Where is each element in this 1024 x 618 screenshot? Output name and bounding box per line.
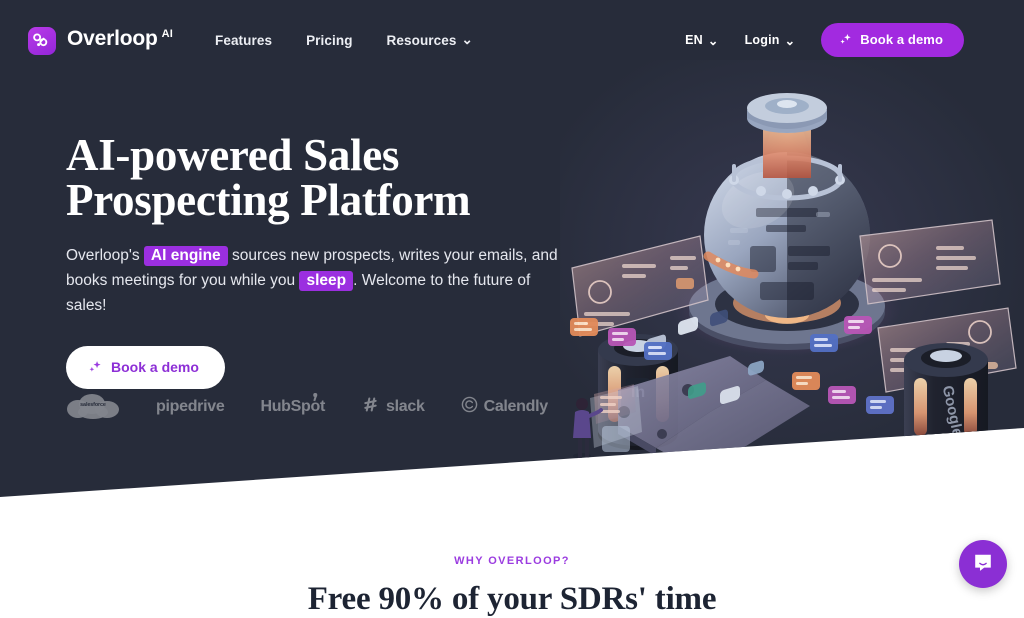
page-title: AI-powered Sales Prospecting Platform	[66, 133, 586, 223]
chat-launcher-button[interactable]	[959, 540, 1007, 588]
nav-links: Features Pricing Resources ⌄	[215, 32, 473, 48]
calendly-wordmark: Calendly	[483, 398, 549, 415]
ai-sales-machine-illustration: in	[560, 60, 1024, 480]
hero-copy: AI-powered Sales Prospecting Platform Ov…	[66, 133, 586, 389]
why-overloop-section: WHY OVERLOOP? Free 90% of your SDRs' tim…	[0, 500, 1024, 618]
partner-logo-pipedrive: pipedrive	[156, 398, 225, 416]
top-navigation: Overloop AI Features Pricing Resources ⌄	[0, 0, 1024, 80]
hero-title-line-2: Prospecting Platform	[66, 175, 471, 225]
partner-logo-slack: slack	[361, 395, 425, 419]
brand-logo[interactable]: Overloop AI	[28, 25, 173, 55]
landing-page: in	[0, 0, 1024, 617]
book-a-demo-hero-button[interactable]: Book a demo	[66, 346, 225, 389]
login-menu-label: Login	[744, 33, 780, 47]
salesforce-cloud-icon: salesforce	[66, 392, 120, 422]
chat-bubble-icon	[972, 552, 994, 577]
salesforce-wordmark: salesforce	[80, 402, 106, 408]
hero-subheading: Overloop's AI engine sources new prospec…	[66, 243, 571, 318]
partner-logos: salesforce pipedrive HubSpo t slack Cale…	[66, 392, 548, 422]
right-floating-card-top	[859, 219, 1001, 305]
hero-sub-highlight-sleep: sleep	[299, 271, 354, 291]
partner-logo-hubspot: HubSpo t	[260, 393, 325, 416]
brand-name: Overloop	[67, 27, 158, 50]
partner-logo-calendly: Calendly	[461, 396, 548, 418]
language-selector-label: EN	[685, 33, 703, 47]
nav-link-pricing[interactable]: Pricing	[306, 33, 352, 48]
hero-sub-highlight-ai-engine: AI engine	[143, 246, 228, 266]
hubspot-wordmark: HubSpo t	[260, 393, 325, 416]
nav-right-group: EN ⌄ Login ⌄ Book a demo	[685, 23, 964, 57]
hero-section: in	[0, 0, 1024, 497]
nav-link-pricing-label: Pricing	[306, 32, 353, 48]
sparkle-icon	[839, 33, 852, 46]
nav-link-resources-label: Resources	[386, 32, 457, 48]
why-overloop-eyebrow: WHY OVERLOOP?	[454, 555, 570, 567]
chevron-down-icon: ⌄	[461, 32, 473, 47]
slack-hash-icon	[361, 395, 380, 419]
language-selector[interactable]: EN ⌄	[685, 33, 718, 48]
brand-superscript: AI	[161, 28, 173, 40]
google-pillar: Google	[904, 343, 988, 457]
calendly-c-icon	[461, 396, 478, 418]
book-a-demo-nav-button[interactable]: Book a demo	[821, 23, 964, 57]
overloop-logo-icon	[28, 27, 56, 55]
pipedrive-wordmark: pipedrive	[156, 398, 225, 415]
login-menu[interactable]: Login ⌄	[745, 33, 796, 48]
book-a-demo-nav-label: Book a demo	[860, 32, 943, 47]
book-a-demo-hero-label: Book a demo	[111, 359, 199, 375]
sparkle-icon	[88, 360, 102, 374]
chevron-down-icon: ⌄	[707, 33, 719, 48]
nav-link-features-label: Features	[215, 32, 273, 48]
partner-logo-salesforce: salesforce	[66, 392, 120, 422]
hero-title-line-1: AI-powered Sales	[66, 130, 400, 180]
hero-sub-part-1: Overloop's	[66, 247, 144, 264]
nav-link-features[interactable]: Features	[215, 33, 272, 48]
slack-wordmark: slack	[386, 398, 425, 415]
nav-link-resources[interactable]: Resources ⌄	[387, 32, 473, 48]
hubspot-sprocket-icon: o	[311, 393, 320, 416]
chevron-down-icon: ⌄	[784, 33, 796, 48]
why-overloop-title: Free 90% of your SDRs' time	[307, 581, 717, 617]
